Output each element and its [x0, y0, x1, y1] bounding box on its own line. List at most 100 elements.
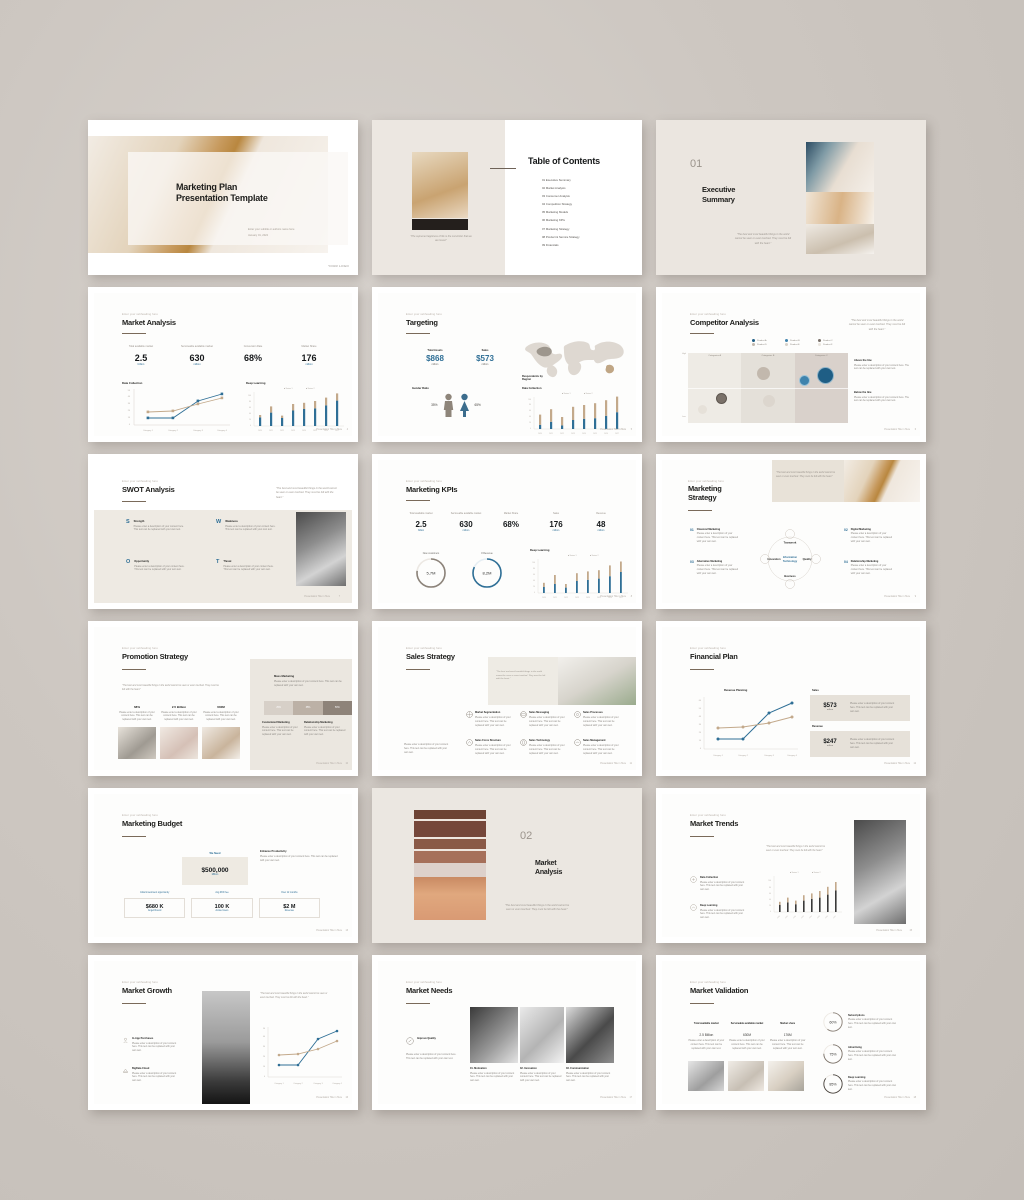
slide-cover[interactable]: Marketing Plan Presentation Template Ent…	[88, 120, 358, 275]
slide-marketing-budget[interactable]: Enter your subheading here Marketing Bud…	[88, 788, 358, 943]
stat-row: Total available market 2.5 billion Servi…	[400, 512, 622, 532]
slide-marketing-strategy[interactable]: "The best and most beautiful things in t…	[656, 454, 926, 609]
legend-label: Product B	[790, 339, 800, 342]
slide-section-executive-summary[interactable]: 01 Executive Summary "The best and most …	[656, 120, 926, 275]
slide-footer: Presentation Title in Here	[600, 763, 626, 765]
slide-marketing-kpis[interactable]: Enter your subheading here Marketing KPI…	[372, 454, 642, 609]
svg-text:2020: 2020	[777, 915, 781, 919]
image-thumb	[688, 1061, 724, 1091]
map-label: Respondents by Region	[522, 375, 543, 382]
item-number: 03	[690, 560, 694, 564]
chart-legend: Product A Product B Product C Product D …	[752, 339, 852, 346]
toc-item[interactable]: 07 Marketing Strategy	[542, 227, 579, 231]
slide-grid: Marketing Plan Presentation Template Ent…	[88, 120, 938, 1120]
svg-text:80: 80	[533, 568, 535, 570]
legend-label: Product F	[823, 343, 833, 346]
page-number: 6	[914, 429, 916, 431]
trends-item-data-collection: Data Collection Please enter a descriptio…	[690, 876, 748, 892]
axis-high: High	[682, 353, 687, 355]
slide-swot-analysis[interactable]: Enter your subheading here SWOT Analysis…	[88, 454, 358, 609]
strategy-quote-panel	[772, 460, 844, 502]
svg-text:80: 80	[769, 887, 771, 889]
slide-market-trends[interactable]: Enter your subheading here Market Trends…	[656, 788, 926, 943]
svg-text:100: 100	[768, 880, 771, 882]
slide-financial-plan[interactable]: Enter your subheading here Financial Pla…	[656, 621, 926, 776]
page-number: 7	[338, 596, 340, 598]
svg-text:60: 60	[249, 407, 251, 409]
budget-card-row: Initial investment opportunity $680 K An…	[124, 892, 320, 918]
svg-text:2020: 2020	[542, 597, 546, 599]
svg-text:2023: 2023	[571, 433, 575, 435]
improve-quality-icon	[406, 1037, 414, 1045]
svg-text:Category 2: Category 2	[293, 1082, 302, 1085]
page-title: Market Analysis	[122, 318, 176, 327]
gender-ratio-label: Gender Ratio	[412, 387, 429, 390]
male-icon	[443, 393, 453, 417]
slide-quote: "The best and most beautiful things in t…	[122, 685, 219, 691]
toc-item[interactable]: 04 Competition Strategy	[542, 202, 579, 206]
slide-footer: Presentation Title in Here	[876, 930, 902, 932]
page-title: Market Trends	[690, 819, 739, 828]
swot-letter: W	[216, 519, 222, 525]
toc-item[interactable]: 06 Marketing KPIs	[542, 218, 579, 222]
legend-dot	[785, 339, 788, 342]
donut-subscriptions: 60%	[823, 1012, 843, 1032]
slide-section-market-analysis[interactable]: 02 Market Analysis "The best and most be…	[372, 788, 642, 943]
toc-item[interactable]: 08 Product & Service Strategy	[542, 235, 579, 239]
cover-subtitle: Enter your subtitle or authors name here…	[248, 228, 295, 237]
stat-card: Serviceable available market 630 million	[450, 512, 482, 532]
processes-icon	[574, 711, 581, 718]
eyebrow: Enter your subheading here	[122, 647, 158, 650]
eyebrow: Enter your subheading here	[122, 981, 158, 984]
svg-text:0: 0	[250, 425, 251, 427]
cover-title: Marketing Plan Presentation Template	[176, 182, 268, 203]
slide-sales-strategy[interactable]: Enter your subheading here Sales Strateg…	[372, 621, 642, 776]
slide-table-of-contents[interactable]: "The supreme happiness of life is the co…	[372, 120, 642, 275]
male-pct: 35%	[431, 403, 438, 407]
svg-text:2022: 2022	[280, 430, 284, 432]
toc-item[interactable]: 05 Marketing Models	[542, 210, 579, 214]
svg-text:40: 40	[769, 899, 771, 901]
card-sales: $573 million Please enter a description …	[810, 695, 910, 721]
toc-list[interactable]: 01 Executive Summary 02 Market Analysis …	[542, 178, 579, 247]
title-rule	[690, 1003, 714, 1005]
slide-targeting[interactable]: Enter your subheading here Targeting Tot…	[372, 287, 642, 442]
svg-text:■ Series 1: ■ Series 1	[568, 554, 577, 557]
eyebrow: Enter your subheading here	[690, 814, 726, 817]
title-rule	[690, 669, 714, 671]
relationship-marketing-block: Relationship Marketing Please enter a de…	[304, 721, 346, 737]
legend-dot	[818, 339, 821, 342]
page-number: 8	[630, 596, 632, 598]
slide-market-needs[interactable]: Enter your subheading here Market Needs …	[372, 955, 642, 1110]
slide-footer: Presentation Title in Here	[884, 763, 910, 765]
slide-market-growth[interactable]: Enter your subheading here Market Growth…	[88, 955, 358, 1110]
slide-footer: Presentation Title in Here	[600, 1097, 626, 1099]
toc-item[interactable]: 02 Market Analysis	[542, 186, 579, 190]
female-icon	[459, 393, 469, 417]
toc-item[interactable]: 09 Financials	[542, 243, 579, 247]
legend-dot	[785, 343, 788, 346]
eyebrow: Enter your subheading here	[122, 480, 158, 483]
slide-market-analysis[interactable]: Enter your subheading here Market Analys…	[88, 287, 358, 442]
matrix-col-label: Categories A	[708, 355, 721, 357]
svg-text:Category 1: Category 1	[274, 1082, 283, 1085]
promotion-stats: 68% Please enter a description of your c…	[118, 705, 240, 722]
donut-advertising: 75%	[823, 1044, 843, 1064]
toc-item[interactable]: 03 Consumer Analysis	[542, 194, 579, 198]
swot-letter: O	[126, 559, 131, 565]
sales-item-sales-messaging: Sales Messaging Please enter a descriptio…	[520, 711, 567, 728]
svg-text:2027: 2027	[615, 433, 619, 435]
slide-promotion-strategy[interactable]: Enter your subheading here Promotion Str…	[88, 621, 358, 776]
slide-market-validation[interactable]: Enter your subheading here Market Valida…	[656, 955, 926, 1110]
title-rule	[690, 836, 714, 838]
svg-text:20: 20	[769, 905, 771, 907]
toc-item[interactable]: 01 Executive Summary	[542, 178, 579, 182]
donut-label-revenue: # Revenue	[481, 552, 493, 555]
title-rule	[406, 1003, 430, 1005]
stat-card: Market Share 176 million	[301, 345, 317, 366]
page-title: Promotion Strategy	[122, 652, 188, 661]
svg-text:100: 100	[532, 562, 535, 564]
slide-competitor-analysis[interactable]: Enter your subheading here Competitor An…	[656, 287, 926, 442]
strategy-item-02: 02 Digital Marketing Please enter a descr…	[844, 528, 893, 543]
svg-text:■ Series 1: ■ Series 1	[562, 392, 571, 395]
